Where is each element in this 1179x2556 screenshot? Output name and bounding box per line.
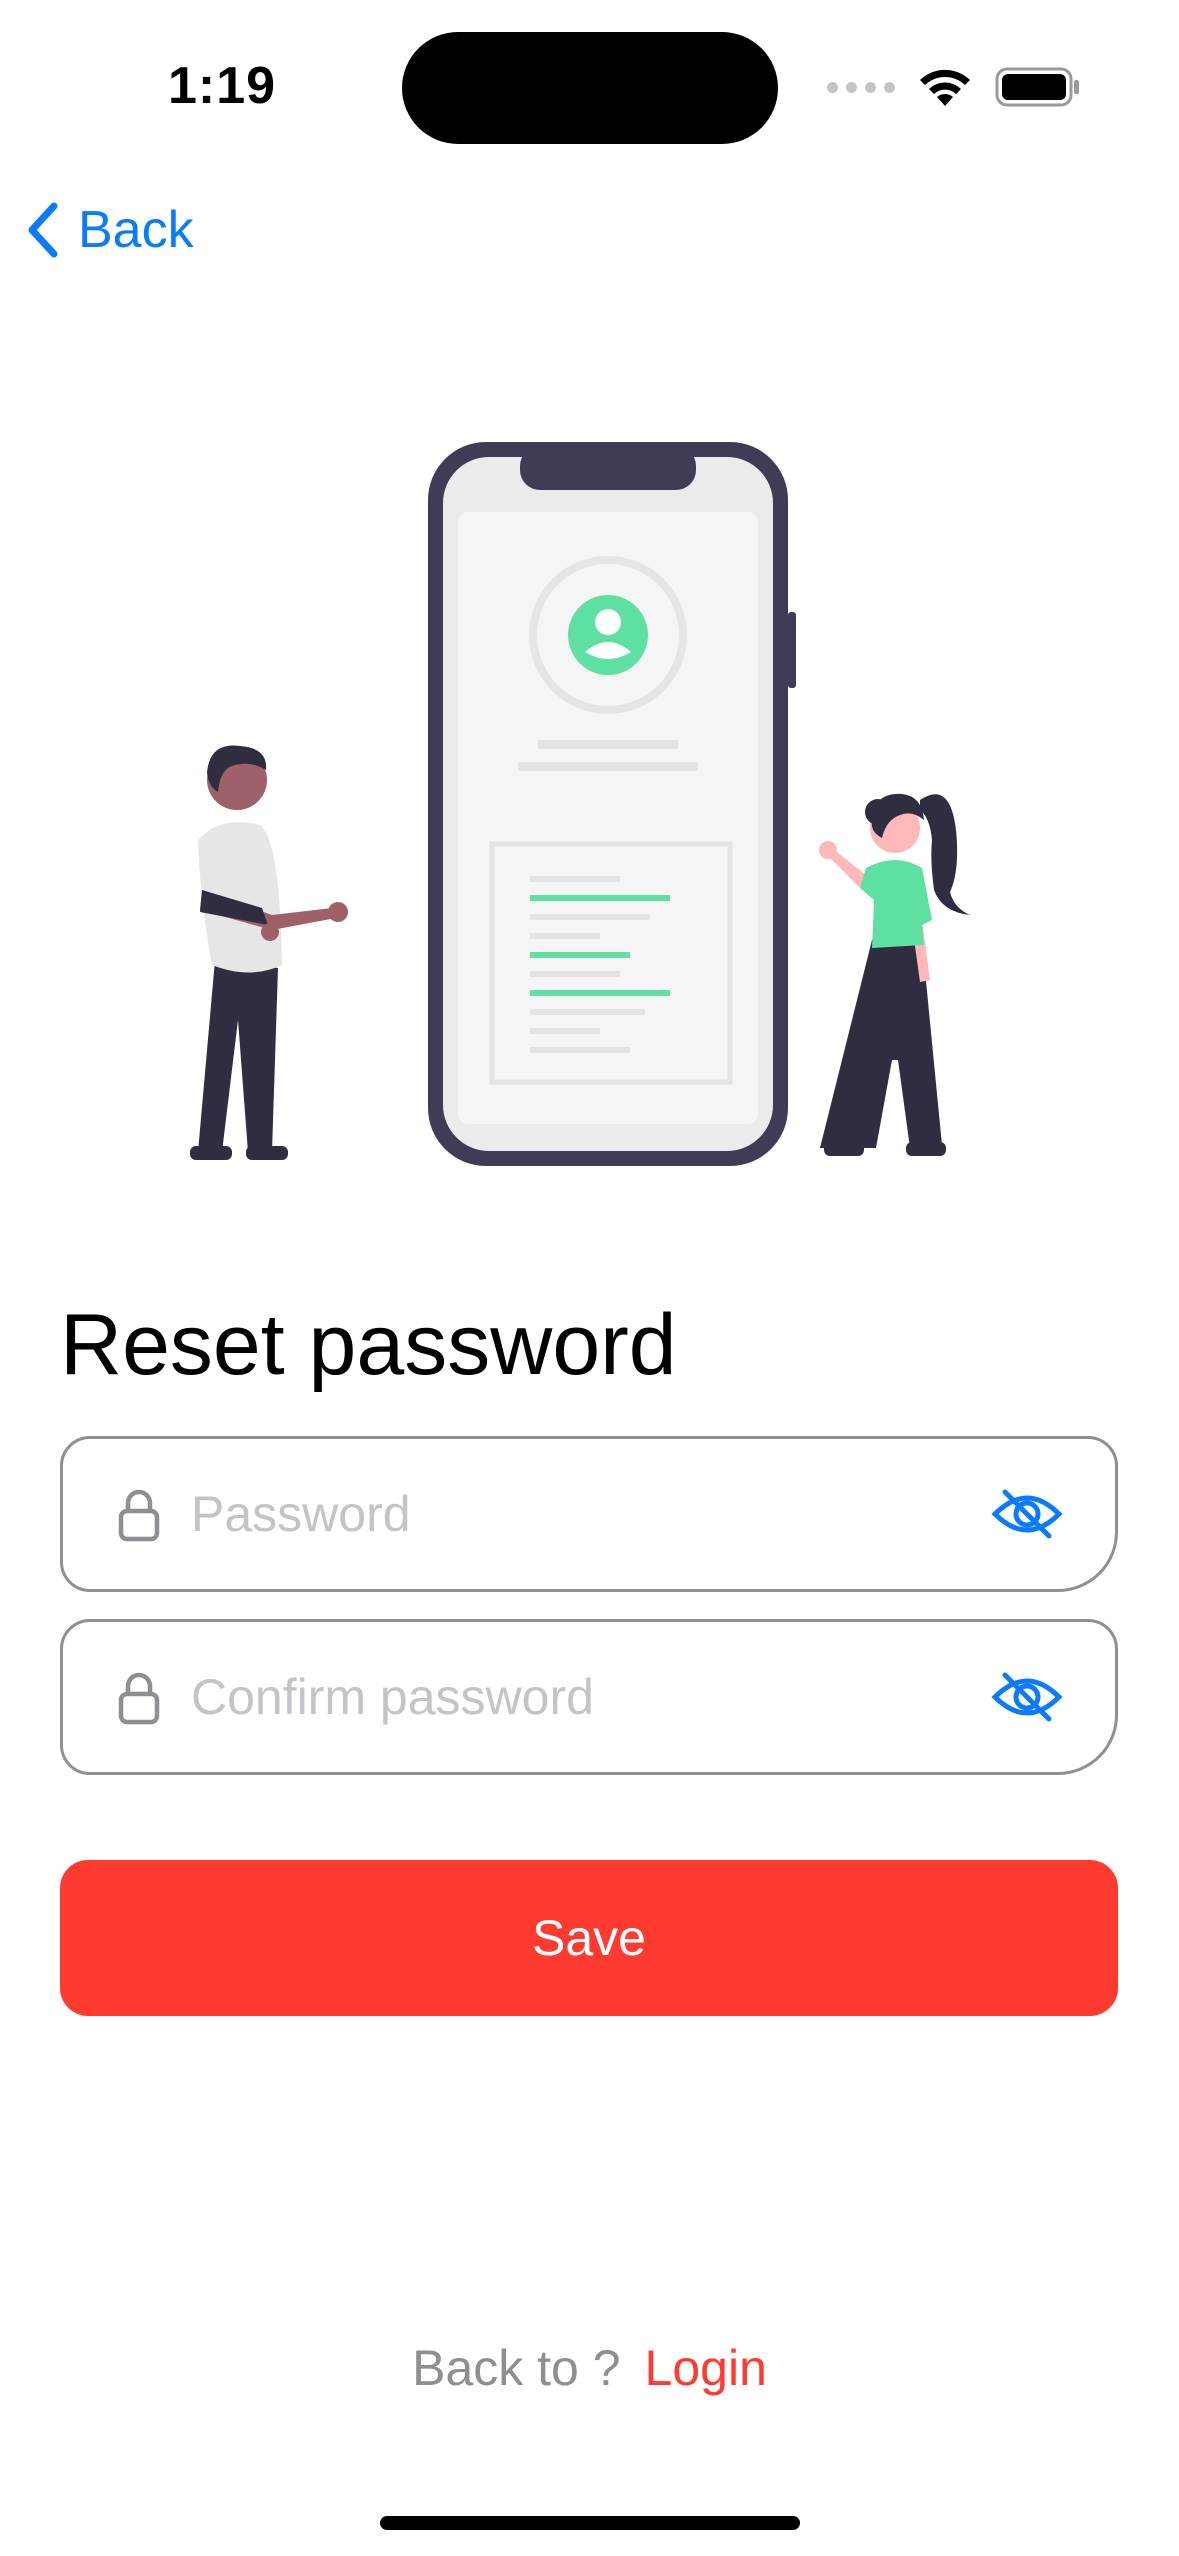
lock-icon xyxy=(118,1672,160,1725)
lock-icon xyxy=(118,1489,160,1542)
battery-icon xyxy=(995,67,1079,107)
confirm-password-input[interactable] xyxy=(189,1667,991,1727)
back-button[interactable]: Back xyxy=(22,192,194,268)
back-to-prompt: Back to ? xyxy=(412,2340,621,2396)
wifi-icon xyxy=(920,69,970,106)
home-indicator[interactable] xyxy=(380,2516,800,2530)
reset-password-screen: 1:19 Back Reset password Save Back to ? … xyxy=(0,0,1179,2556)
status-time: 1:19 xyxy=(168,57,277,115)
dynamic-island xyxy=(402,32,778,144)
chevron-left-icon xyxy=(28,202,58,258)
back-label: Back xyxy=(78,201,194,259)
footer-login-prompt: Back to ? Login xyxy=(0,2328,1179,2408)
signal-icon xyxy=(827,81,895,93)
eye-slash-icon[interactable] xyxy=(991,1486,1063,1542)
confirm-password-field[interactable] xyxy=(60,1619,1118,1775)
eye-slash-icon[interactable] xyxy=(991,1669,1063,1725)
password-field[interactable] xyxy=(60,1436,1118,1592)
page-title: Reset password xyxy=(60,1297,677,1393)
woman-figure xyxy=(819,793,970,1156)
man-figure xyxy=(190,745,348,1160)
status-icons xyxy=(827,62,1081,112)
password-input[interactable] xyxy=(189,1484,991,1544)
save-button[interactable]: Save xyxy=(60,1860,1118,2016)
login-link[interactable]: Login xyxy=(645,2340,767,2396)
reset-password-illustration xyxy=(190,442,970,1166)
